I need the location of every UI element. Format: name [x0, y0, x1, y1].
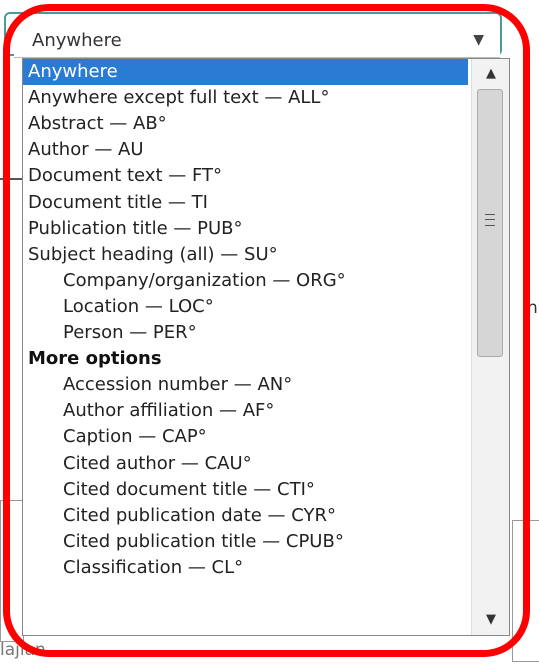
dropdown-option[interactable]: Caption — CAP° — [23, 424, 468, 450]
search-field-select[interactable]: Anywhere ▼ — [14, 24, 500, 58]
option-label: Classification — CL° — [63, 556, 244, 578]
scrollbar-thumb[interactable] — [477, 89, 503, 357]
option-label: Author — AU — [28, 139, 144, 161]
dropdown-option[interactable]: Cited publication date — CYR° — [23, 503, 468, 529]
scrollbar[interactable]: ▲ ▼ — [471, 59, 509, 635]
option-label: Cited publication date — CYR° — [63, 504, 337, 526]
dropdown-option[interactable]: Author affiliation — AF° — [23, 398, 468, 424]
background-text-fragment: lajian — [0, 640, 46, 660]
scroll-down-icon[interactable]: ▼ — [472, 607, 509, 633]
dropdown-option[interactable]: Cited publication title — CPUB° — [23, 529, 468, 555]
option-label: Cited author — CAU° — [63, 452, 252, 474]
dropdown-option[interactable]: Anywhere except full text — ALL° — [23, 85, 468, 111]
option-label: Caption — CAP° — [63, 426, 207, 448]
chevron-down-icon[interactable]: ▼ — [473, 32, 484, 48]
option-label: Anywhere except full text — ALL° — [28, 87, 330, 109]
dropdown-option[interactable]: Cited author — CAU° — [23, 451, 468, 477]
option-label: Person — PER° — [63, 322, 197, 343]
option-label: Subject heading (all) — SU° — [28, 243, 278, 265]
option-label: Document text — FT° — [28, 165, 222, 187]
option-label: Abstract — AB° — [28, 113, 167, 135]
dropdown-option[interactable]: Classification — CL° — [23, 555, 468, 581]
option-label: Author affiliation — AF° — [63, 400, 275, 422]
search-field-selected-value: Anywhere — [32, 30, 122, 51]
dropdown-option[interactable]: Accession number — AN° — [23, 372, 468, 398]
background-panel — [0, 500, 24, 642]
grip-icon — [485, 214, 495, 226]
option-group-label: More options — [23, 346, 468, 372]
dropdown-option[interactable]: Document text — FT° — [23, 163, 468, 189]
option-label: Accession number — AN° — [63, 374, 293, 396]
dropdown-option[interactable]: Document title — TI — [23, 190, 468, 216]
background-text-fragment: n — [527, 298, 538, 318]
dropdown-option[interactable]: Person — PER° — [23, 320, 468, 346]
dropdown-option[interactable]: Publication title — PUB° — [23, 216, 468, 242]
dropdown-option[interactable]: Abstract — AB° — [23, 111, 468, 137]
option-label: Document title — TI — [28, 191, 208, 213]
search-field-dropdown-list[interactable]: Anywhere Anywhere except full text — ALL°… — [22, 58, 510, 636]
option-label: More options — [28, 348, 162, 370]
background-panel-right — [512, 520, 539, 662]
option-label: Location — LOC° — [63, 295, 214, 317]
dropdown-option[interactable]: Cited document title — CTI° — [23, 477, 468, 503]
scroll-up-icon[interactable]: ▲ — [472, 61, 509, 87]
background-divider — [0, 178, 22, 180]
dropdown-option[interactable]: Location — LOC° — [23, 294, 468, 320]
dropdown-option[interactable]: Subject heading (all) — SU° — [23, 242, 468, 268]
dropdown-option[interactable]: Company/organization — ORG° — [23, 268, 468, 294]
option-label: Publication title — PUB° — [28, 217, 243, 239]
option-label: Cited document title — CTI° — [63, 478, 315, 500]
dropdown-option[interactable]: Author — AU — [23, 137, 468, 163]
option-label: Anywhere — [28, 61, 118, 82]
dropdown-option[interactable]: Anywhere — [23, 59, 468, 85]
option-label: Company/organization — ORG° — [63, 269, 346, 291]
option-label: Cited publication title — CPUB° — [63, 530, 344, 552]
